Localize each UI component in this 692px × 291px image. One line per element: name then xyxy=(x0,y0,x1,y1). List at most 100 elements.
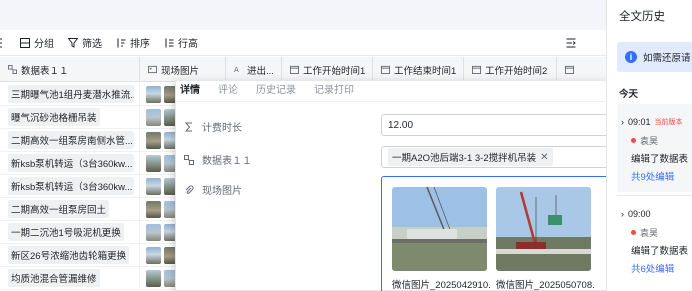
record-chip[interactable]: 新ksb泵机转运（3台360kw... xyxy=(8,177,134,195)
column-header-inout[interactable]: A 进出... xyxy=(226,57,282,82)
entry-author: 袁昊 xyxy=(631,134,658,147)
record-chip[interactable]: 二期高效一组泵房回土 xyxy=(8,200,110,218)
date-group-label: 今天 xyxy=(619,89,639,100)
date-field-icon xyxy=(381,65,390,74)
sort-button[interactable]: 排序 xyxy=(116,35,150,50)
filter-label: 筛选 xyxy=(82,39,102,50)
photo-attachment-field[interactable]: 微信图片_2025042910... 微信图片_2025050708... xyxy=(381,176,611,291)
column-header-start2[interactable]: 工作开始时间2 xyxy=(464,57,557,82)
history-entry[interactable]: › 09:00 袁昊 编辑了数据表 共6处编辑 xyxy=(617,195,692,291)
field-label-text: 数据表１１ xyxy=(202,156,252,167)
entry-time-row[interactable]: › 09:01 当前版本 xyxy=(621,117,683,127)
row-height-icon xyxy=(165,38,174,47)
link-field-icon xyxy=(184,154,194,165)
attachment-field-icon xyxy=(148,65,157,74)
chevron-right-icon[interactable]: › xyxy=(621,209,624,219)
entry-time: 09:01 xyxy=(628,117,651,127)
field-label-text: 计费时长 xyxy=(202,123,242,134)
filter-button[interactable]: 筛选 xyxy=(68,35,102,50)
attachment-photo[interactable] xyxy=(392,187,487,271)
entry-edits-link[interactable]: 共9处编辑 xyxy=(631,169,674,183)
photo-thumb[interactable] xyxy=(146,269,161,287)
tab-history[interactable]: 历史记录 xyxy=(256,81,296,101)
entry-time: 09:00 xyxy=(628,209,651,219)
svg-text:A: A xyxy=(234,65,239,74)
column-header-more[interactable] xyxy=(557,57,606,82)
photo-thumb[interactable] xyxy=(146,223,161,241)
chevron-right-icon[interactable]: › xyxy=(621,117,624,127)
sidebar-title: 全文历史 xyxy=(619,11,665,23)
tab-print[interactable]: 记录打印 xyxy=(314,81,354,101)
column-title: 工作开始时间2 xyxy=(485,65,548,77)
header-area xyxy=(0,0,606,30)
record-detail-panel: 详情 评论 历史记录 记录打印 计费时长 12.00 数据表１１ 一期A2O池后… xyxy=(175,80,611,291)
record-chip[interactable]: 新区26号浓缩池齿轮箱更换 xyxy=(8,246,130,264)
duration-field-label: 计费时长 xyxy=(184,119,242,134)
row-height-button[interactable]: 行高 xyxy=(164,35,198,50)
record-chip[interactable]: 一期二沉池1号吸泥机更换 xyxy=(8,223,124,241)
remove-tag-icon[interactable]: ✕ xyxy=(540,152,548,163)
date-field-icon xyxy=(472,65,481,74)
text-field-icon: A xyxy=(234,65,239,74)
field-label-text: 现场图片 xyxy=(202,186,242,197)
photo-thumb[interactable] xyxy=(146,200,161,218)
record-chip[interactable]: 均质池混合管漏维修 xyxy=(8,269,100,287)
sort-icon xyxy=(117,38,126,47)
entry-time-row[interactable]: › 09:00 xyxy=(621,209,651,219)
notice-text: 如需还原请 xyxy=(643,53,691,64)
record-chip[interactable]: 二期高效一组泵房南侧水管... xyxy=(8,131,134,149)
column-header-start1[interactable]: 工作开始时间1 xyxy=(282,57,373,82)
datatable-link-field[interactable]: 一期A2O池后端3-1 3-2搅拌机吊装 ✕ xyxy=(381,146,609,168)
entry-action: 编辑了数据表 xyxy=(631,154,689,165)
tab-comments[interactable]: 评论 xyxy=(218,81,238,101)
linked-record-tag[interactable]: 一期A2O池后端3-1 3-2搅拌机吊装 ✕ xyxy=(388,148,553,166)
photo-thumb[interactable] xyxy=(146,246,161,264)
photo-caption: 微信图片_2025050708... xyxy=(496,280,594,291)
photo-field-label: 现场图片 xyxy=(184,182,242,197)
linked-record-text: 一期A2O池后端3-1 3-2搅拌机吊装 xyxy=(392,153,537,164)
collapse-fields-button[interactable] xyxy=(566,38,576,50)
duration-value: 12.00 xyxy=(388,119,414,131)
info-icon: i xyxy=(625,51,637,63)
column-title: 现场图片 xyxy=(161,65,200,77)
column-title: 数据表１１ xyxy=(21,65,69,77)
drag-handle-icon[interactable] xyxy=(0,37,8,48)
entry-edits-link[interactable]: 共6处编辑 xyxy=(631,261,674,275)
entry-author: 袁昊 xyxy=(631,226,658,239)
column-header-datatable[interactable]: 数据表１１ xyxy=(0,57,140,82)
tab-details[interactable]: 详情 xyxy=(180,81,200,101)
photo-thumb[interactable] xyxy=(146,131,161,149)
row-height-label: 行高 xyxy=(178,39,198,50)
photo-thumb[interactable] xyxy=(146,108,161,126)
record-chip[interactable]: 曝气沉砂池格栅吊装 xyxy=(8,108,100,126)
group-label: 分组 xyxy=(34,39,54,50)
photo-thumb[interactable] xyxy=(146,85,161,103)
collapse-icon xyxy=(566,38,576,48)
current-version-badge: 当前版本 xyxy=(654,119,683,126)
group-icon xyxy=(20,37,30,48)
photo-thumb[interactable] xyxy=(146,154,161,172)
author-color-dot xyxy=(631,230,636,235)
date-field-icon xyxy=(565,65,574,74)
sort-label: 排序 xyxy=(130,39,150,50)
duration-input[interactable]: 12.00 xyxy=(381,114,609,136)
history-sidebar: 全文历史 i 如需还原请 今天 › 09:01 当前版本 袁昊 编辑了数据表 共… xyxy=(606,0,692,291)
site-photo-image xyxy=(496,187,591,271)
record-chip[interactable]: 新ksb泵机转运（3台360kw... xyxy=(8,154,134,172)
history-entry[interactable]: › 09:01 当前版本 袁昊 编辑了数据表 共9处编辑 xyxy=(617,104,692,192)
photo-caption: 微信图片_2025042910... xyxy=(392,280,490,291)
record-chip[interactable]: 三期曝气池1组丹麦潜水推流... xyxy=(8,85,134,103)
column-header-end1[interactable]: 工作结束时间1 xyxy=(373,57,464,82)
photo-thumb[interactable] xyxy=(146,177,161,195)
link-field-icon xyxy=(8,65,17,74)
attachment-photo[interactable] xyxy=(496,187,591,271)
entry-action: 编辑了数据表 xyxy=(631,246,689,257)
restore-notice: i 如需还原请 xyxy=(617,42,692,72)
column-header-photos[interactable]: 现场图片 xyxy=(140,57,226,82)
author-name: 袁昊 xyxy=(640,228,659,238)
site-photo-image xyxy=(392,187,487,271)
datatable-field-label: 数据表１１ xyxy=(184,152,252,167)
view-toolbar: 分组 筛选 排序 行高 xyxy=(0,30,606,56)
group-button[interactable]: 分组 xyxy=(20,35,54,50)
filter-icon xyxy=(68,37,78,48)
